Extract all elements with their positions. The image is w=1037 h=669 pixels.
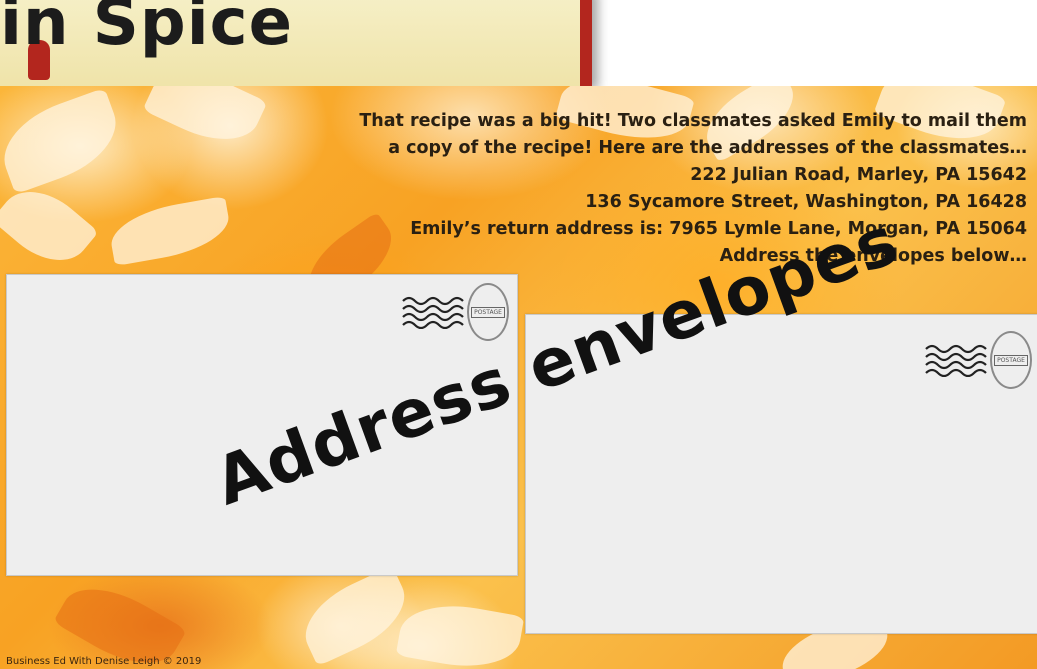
copyright-footer: Business Ed With Denise Leigh © 2019 — [6, 656, 202, 667]
top-banner: in Spice — [0, 0, 1037, 86]
instruction-line: a copy of the recipe! Here are the addre… — [388, 138, 1027, 158]
stamp-label: POSTAGE — [471, 306, 505, 318]
instruction-line: Address the envelopes below… — [719, 246, 1027, 266]
postmark-wavy-lines-icon — [402, 296, 464, 329]
leaf-decoration — [142, 86, 268, 157]
slide-title: in Spice — [0, 0, 293, 60]
address-line: 222 Julian Road, Marley, PA 15642 — [690, 165, 1027, 185]
return-address-line: Emily’s return address is: 7965 Lymle La… — [410, 219, 1027, 239]
address-line: 136 Sycamore Street, Washington, PA 1642… — [585, 192, 1027, 212]
leaf-decoration — [106, 195, 234, 267]
postmark-wavy-lines-icon — [925, 344, 987, 377]
leaf-decoration — [53, 570, 187, 669]
postmark: POSTAGE — [401, 283, 509, 341]
recipe-slide: That recipe was a big hit! Two classmate… — [0, 86, 1037, 669]
recipe-instructions: That recipe was a big hit! Two classmate… — [359, 108, 1027, 270]
instruction-line: That recipe was a big hit! Two classmate… — [359, 111, 1027, 131]
stamp-circle-icon: POSTAGE — [467, 283, 509, 341]
stamp-label: POSTAGE — [994, 354, 1028, 366]
postmark: POSTAGE — [924, 331, 1032, 389]
stamp-circle-icon: POSTAGE — [990, 331, 1032, 389]
leaf-decoration — [395, 596, 525, 669]
leaf-decoration — [0, 87, 129, 195]
